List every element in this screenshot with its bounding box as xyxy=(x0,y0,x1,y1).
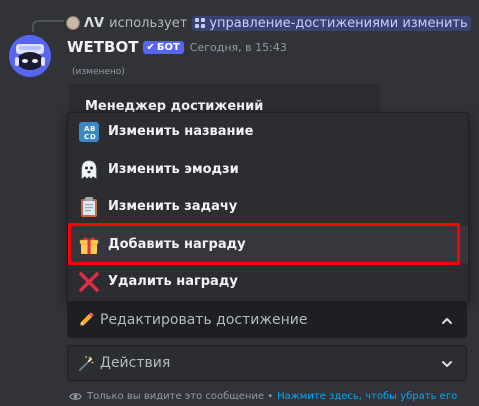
ghost-icon xyxy=(78,159,100,181)
edited-label: (изменено) xyxy=(72,67,125,77)
abcd-icon: A B C D xyxy=(78,121,100,143)
option-remove-reward[interactable]: Удалить награду xyxy=(68,263,468,300)
pencil-icon xyxy=(78,312,94,328)
reply-avatar[interactable] xyxy=(66,16,80,30)
verified-check-icon: ✔ xyxy=(146,41,155,53)
bot-name[interactable]: WETBOT xyxy=(67,38,138,56)
reply-uses-text: использует xyxy=(109,15,188,31)
chevron-down-icon xyxy=(442,361,452,367)
select-menu-dropdown: A B C D Изменить название Изменить эмодз… xyxy=(67,112,469,302)
reply-username[interactable]: ɅV xyxy=(84,16,104,31)
eye-icon xyxy=(69,393,82,400)
bot-badge: ✔ БОТ xyxy=(143,40,184,54)
ephemeral-footer: Только вы видите это сообщение • Нажмите… xyxy=(69,390,457,403)
option-label: Изменить название xyxy=(108,124,254,139)
clipboard-icon xyxy=(78,196,100,218)
ephemeral-text: Только вы видите это сообщение • xyxy=(87,391,274,402)
svg-text:B: B xyxy=(90,125,95,133)
option-change-name[interactable]: A B C D Изменить название xyxy=(68,113,468,150)
message-timestamp[interactable]: Сегодня, в 15:43 xyxy=(190,41,287,54)
svg-text:D: D xyxy=(90,133,96,141)
option-label: Удалить награду xyxy=(108,274,238,289)
option-change-emoji[interactable]: Изменить эмодзи xyxy=(68,151,468,188)
gift-icon xyxy=(78,234,100,256)
bot-avatar[interactable] xyxy=(9,35,51,77)
slash-command-mention[interactable]: управление-достижениями изменить xyxy=(192,15,471,31)
actions-select[interactable]: Действия xyxy=(67,345,467,381)
option-label: Изменить эмодзи xyxy=(108,162,239,177)
magic-wand-icon xyxy=(78,355,94,371)
message-header: WETBOT ✔ БОТ Сегодня, в 15:43 xyxy=(67,38,287,56)
edit-achievement-label: Редактировать достижение xyxy=(100,312,308,328)
reply-context[interactable]: ɅV использует управление-достижениями из… xyxy=(66,14,471,32)
robot-avatar-icon xyxy=(9,35,51,77)
option-label: Изменить задачу xyxy=(108,199,238,214)
option-add-reward[interactable]: Добавить награду xyxy=(68,226,468,263)
reply-spine xyxy=(32,20,64,32)
option-label: Добавить награду xyxy=(108,237,246,252)
edit-achievement-select[interactable]: Редактировать достижение xyxy=(67,302,467,338)
bot-badge-label: БОТ xyxy=(156,41,180,53)
option-change-task[interactable]: Изменить задачу xyxy=(68,188,468,225)
chevron-up-icon xyxy=(442,318,452,324)
actions-label: Действия xyxy=(100,355,171,371)
slash-command-name: управление-достижениями изменить xyxy=(209,15,468,31)
dismiss-message-link[interactable]: Нажмите здесь, чтобы убрать его xyxy=(277,391,457,402)
svg-text:C: C xyxy=(84,133,89,141)
slash-command-icon xyxy=(195,18,206,28)
cross-icon xyxy=(78,271,100,293)
